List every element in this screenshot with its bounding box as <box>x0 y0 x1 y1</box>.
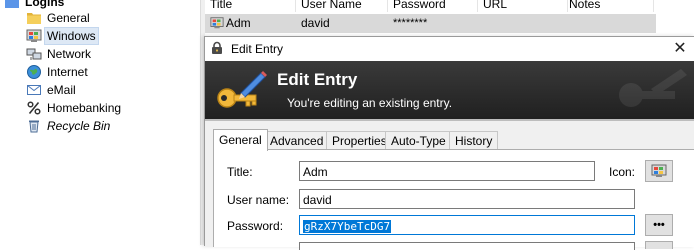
tab-advanced[interactable]: Advanced <box>264 131 330 150</box>
column-header-title[interactable]: Title <box>205 0 296 12</box>
tree-item-recycle-bin[interactable]: Recycle Bin <box>26 117 110 135</box>
dialog-banner: Edit Entry You're editing an existing en… <box>205 61 694 119</box>
percent-icon <box>26 100 42 116</box>
title-field[interactable]: Adm <box>299 161 595 181</box>
dialog-title: Edit Entry <box>231 42 284 56</box>
password-field-value: gRzX7YbeTcDG7 <box>303 220 392 233</box>
tree-item-label: eMail <box>47 83 76 97</box>
network-icon <box>26 46 42 62</box>
icon-picker-button[interactable] <box>645 160 673 182</box>
username-field[interactable]: david <box>299 189 635 209</box>
table-row[interactable]: Adm david ******** <box>205 14 656 33</box>
edit-entry-dialog: Edit Entry ✕ Edit Entry You're editing a… <box>204 36 694 250</box>
column-header-username[interactable]: User Name <box>296 0 388 12</box>
tree-item-internet[interactable]: Internet <box>26 63 88 81</box>
close-button[interactable]: ✕ <box>665 37 694 61</box>
column-header-notes[interactable]: Notes <box>564 0 654 12</box>
cell-title: Adm <box>205 14 295 33</box>
tab-history[interactable]: History <box>449 131 499 150</box>
cell-username: david <box>301 16 330 30</box>
icon-label: Icon: <box>609 165 636 179</box>
tree-item-homebanking[interactable]: Homebanking <box>26 99 121 117</box>
tree-item-general[interactable]: General <box>26 9 90 27</box>
banner-divider <box>205 119 694 121</box>
generate-password-button[interactable] <box>645 241 673 249</box>
tree-item-label: Windows <box>44 27 99 45</box>
tree-item-network[interactable]: Network <box>26 45 91 63</box>
tree-item-windows[interactable]: Windows <box>26 27 99 45</box>
tab-properties[interactable]: Properties <box>326 131 393 150</box>
windows-icon <box>210 16 224 30</box>
folder-icon <box>26 10 42 26</box>
tree-item-label: Internet <box>47 65 88 79</box>
dialog-titlebar[interactable]: Edit Entry ✕ <box>205 37 694 61</box>
banner-subtitle: You're editing an existing entry. <box>287 96 453 110</box>
tab-general[interactable]: General <box>213 129 268 151</box>
windows-icon <box>651 163 667 182</box>
globe-icon <box>26 64 42 80</box>
email-icon <box>26 82 42 98</box>
banner-title: Edit Entry <box>277 70 358 89</box>
key-pencil-watermark-icon <box>601 67 691 113</box>
username-label: User name: <box>227 193 290 207</box>
column-header-url[interactable]: URL <box>478 0 568 12</box>
general-tab-panel: Title: Adm Icon: User name: david Passwo… <box>213 149 694 250</box>
tab-auto-type[interactable]: Auto-Type <box>385 131 452 150</box>
title-label: Title: <box>227 165 253 179</box>
column-header-password[interactable]: Password <box>388 0 478 12</box>
group-tree[interactable]: Logins General Windows Network Internet … <box>0 0 200 245</box>
show-password-button[interactable]: ••• <box>645 214 673 236</box>
tree-item-label: Recycle Bin <box>47 119 111 133</box>
windows-icon <box>26 28 42 44</box>
repeat-password-field[interactable] <box>299 242 635 250</box>
cell-password: ******** <box>393 17 428 29</box>
cell-title-text: Adm <box>226 16 251 30</box>
recycle-bin-icon <box>26 118 42 134</box>
password-field[interactable]: gRzX7YbeTcDG7 <box>299 215 635 235</box>
tree-item-label: Homebanking <box>47 101 122 115</box>
lock-icon <box>210 41 224 55</box>
tree-item-label: General <box>47 11 90 25</box>
key-pencil-icon <box>213 67 267 115</box>
folder-icon <box>4 0 20 10</box>
password-label: Password: <box>227 219 284 233</box>
tree-item-email[interactable]: eMail <box>26 81 76 99</box>
tree-item-label: Network <box>47 47 92 61</box>
